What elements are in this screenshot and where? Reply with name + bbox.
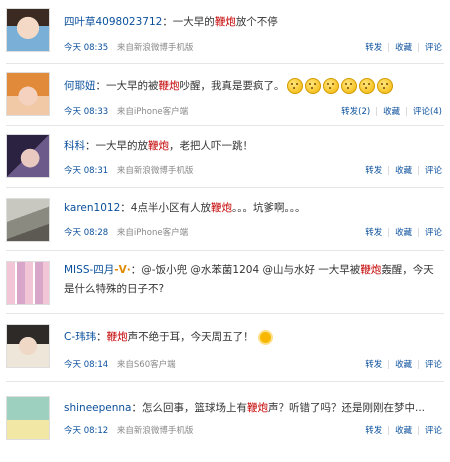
user-name[interactable]: 何耶妞 xyxy=(64,80,96,92)
post-source[interactable]: 来自新浪微博手机版 xyxy=(117,166,194,176)
comment-link[interactable]: 评论 xyxy=(425,43,442,53)
emoji-icon xyxy=(304,78,321,94)
comment-link[interactable]: 评论(4) xyxy=(413,107,442,117)
repost-link[interactable]: 转发 xyxy=(365,426,382,436)
post-time[interactable]: 今天 08:14 xyxy=(64,360,108,370)
divider xyxy=(6,313,444,314)
favorite-link[interactable]: 收藏 xyxy=(395,426,412,436)
post-actions: 转发 | 收藏 | 评论 xyxy=(365,166,442,176)
user-name[interactable]: MISS-四月 xyxy=(64,264,114,276)
comment-link[interactable]: 评论 xyxy=(425,228,442,238)
emoji-icon xyxy=(376,78,393,94)
favorite-link[interactable]: 收藏 xyxy=(395,360,412,370)
post-actions: 转发 | 收藏 | 评论 xyxy=(365,360,442,370)
emoji-icon xyxy=(286,78,303,94)
repost-link[interactable]: 转发 xyxy=(365,43,382,53)
divider xyxy=(6,63,444,64)
user-name[interactable]: C-玮玮 xyxy=(64,331,96,343)
comment-link[interactable]: 评论 xyxy=(425,360,442,370)
post-meta: 今天 08:31 来自新浪微博手机版 转发 | 收藏 | 评论 xyxy=(64,164,442,178)
avatar[interactable] xyxy=(6,396,50,440)
post-source[interactable]: 来自iPhone客户端 xyxy=(117,107,188,117)
post-time[interactable]: 今天 08:31 xyxy=(64,166,108,176)
keyword-highlight: 鞭炮 xyxy=(148,140,169,152)
avatar[interactable] xyxy=(6,72,50,116)
emoji-icon xyxy=(340,78,357,94)
verified-badge: -V· xyxy=(114,264,131,276)
post-source[interactable]: 来自新浪微博手机版 xyxy=(117,43,194,53)
post-meta: 今天 08:35 来自新浪微博手机版 转发 | 收藏 | 评论 xyxy=(64,41,442,55)
user-name[interactable]: karen1012 xyxy=(64,202,120,214)
post-text: C-玮玮：鞭炮声不绝于耳，今天周五了！ xyxy=(64,329,442,345)
divider xyxy=(6,381,444,382)
comment-link[interactable]: 评论 xyxy=(425,166,442,176)
repost-link[interactable]: 转发(2) xyxy=(341,107,370,117)
post-time[interactable]: 今天 08:28 xyxy=(64,228,108,238)
post-text: 科科：一大早的放鞭炮，老把人吓一跳！ xyxy=(64,140,253,152)
post-text: 何耶妞：一大早的被鞭炮吵醒，我真是要疯了。 xyxy=(64,78,442,94)
favorite-link[interactable]: 收藏 xyxy=(383,107,400,117)
keyword-highlight: 鞭炮 xyxy=(106,331,128,343)
emoji-icon xyxy=(322,78,339,94)
repost-link[interactable]: 转发 xyxy=(365,360,382,370)
repost-link[interactable]: 转发 xyxy=(365,166,382,176)
post-source[interactable]: 来自S60客户端 xyxy=(117,360,176,370)
avatar[interactable] xyxy=(6,261,50,305)
post-meta: 今天 08:33 来自iPhone客户端 转发(2) | 收藏 | 评论(4) xyxy=(64,105,442,119)
post-text: 四叶草4098023712：一大早的鞭炮放个不停 xyxy=(64,16,278,28)
post-meta: 今天 08:12 来自新浪微博手机版 转发 | 收藏 | 评论 xyxy=(64,424,442,438)
comment-link[interactable]: 评论 xyxy=(425,426,442,436)
user-name[interactable]: 四叶草4098023712 xyxy=(64,16,162,28)
user-name[interactable]: shineepenna xyxy=(64,402,132,414)
keyword-highlight: 鞭炮 xyxy=(158,80,180,92)
post-meta: 今天 08:28 来自iPhone客户端 转发 | 收藏 | 评论 xyxy=(64,226,442,240)
favorite-link[interactable]: 收藏 xyxy=(395,166,412,176)
post-time[interactable]: 今天 08:33 xyxy=(64,107,108,117)
divider xyxy=(6,250,444,251)
favorite-link[interactable]: 收藏 xyxy=(395,228,412,238)
post-meta: 今天 08:14 来自S60客户端 转发 | 收藏 | 评论 xyxy=(64,358,442,372)
post-text: MISS-四月-V·：@-饭小兜 @水苯菌1204 @山与水好 一大早被鞭炮轰醒… xyxy=(64,264,434,295)
repost-link[interactable]: 转发 xyxy=(365,228,382,238)
post-actions: 转发 | 收藏 | 评论 xyxy=(365,426,442,436)
avatar[interactable] xyxy=(6,134,50,178)
post-actions: 转发 | 收藏 | 评论 xyxy=(365,43,442,53)
keyword-highlight: 鞭炮 xyxy=(210,202,232,214)
favorite-link[interactable]: 收藏 xyxy=(395,43,412,53)
divider xyxy=(6,125,444,126)
emoji-icon xyxy=(358,78,375,94)
post-time[interactable]: 今天 08:35 xyxy=(64,43,108,53)
avatar[interactable] xyxy=(6,198,50,242)
keyword-highlight: 鞭炮 xyxy=(360,264,382,276)
user-name[interactable]: 科科 xyxy=(64,140,85,152)
keyword-highlight: 鞭炮 xyxy=(247,402,268,414)
post-source[interactable]: 来自iPhone客户端 xyxy=(117,228,188,238)
sun-icon xyxy=(259,331,271,343)
post-source[interactable]: 来自新浪微博手机版 xyxy=(117,426,194,436)
divider xyxy=(6,187,444,188)
avatar[interactable] xyxy=(6,324,50,368)
post-time[interactable]: 今天 08:12 xyxy=(64,426,108,436)
avatar[interactable] xyxy=(6,8,50,52)
post-text: karen1012：4点半小区有人放鞭炮。。。坑爹啊。。。 xyxy=(64,202,306,214)
post-actions: 转发 | 收藏 | 评论 xyxy=(365,228,442,238)
post-text: shineepenna：怎么回事，篮球场上有鞭炮声？听错了吗？还是刚刚在梦中..… xyxy=(64,402,426,414)
keyword-highlight: 鞭炮 xyxy=(214,16,236,28)
post-actions: 转发(2) | 收藏 | 评论(4) xyxy=(341,107,442,117)
